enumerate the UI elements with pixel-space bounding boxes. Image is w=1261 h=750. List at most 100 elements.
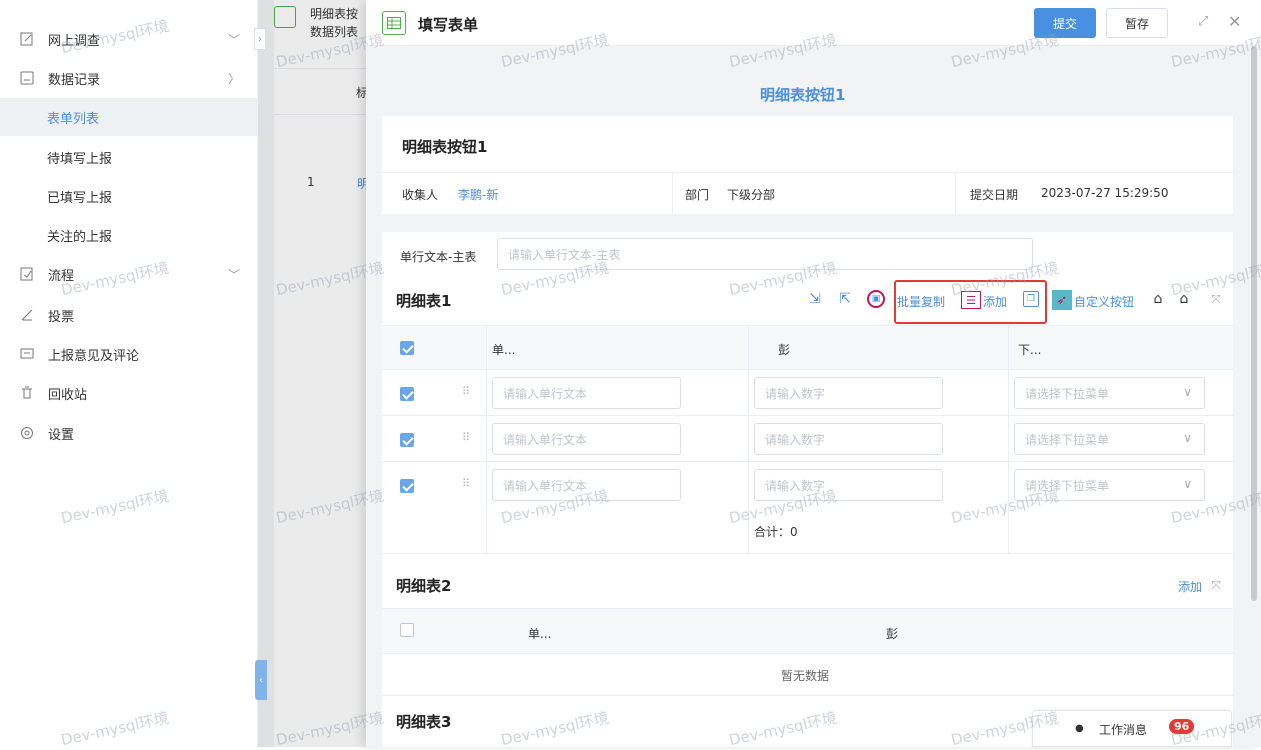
- select-placeholder: 请选择下拉菜单: [1025, 432, 1110, 447]
- work-message-label: 工作消息: [1099, 723, 1148, 737]
- divider: [382, 695, 1233, 696]
- close-icon[interactable]: ✕: [1228, 12, 1241, 31]
- drawer-header: 填写表单 提交 暂存 ⤢ ✕: [366, 0, 1261, 46]
- row-checkbox[interactable]: [400, 479, 414, 493]
- comment-icon: [20, 347, 34, 361]
- sidebar-item-trash[interactable]: 回收站: [0, 374, 258, 412]
- modal-overlay[interactable]: [258, 0, 366, 747]
- row-select[interactable]: 请选择下拉菜单 ∨: [1014, 423, 1205, 455]
- divider: [955, 172, 956, 214]
- row-text-input[interactable]: 请输入单行文本: [492, 377, 681, 409]
- drag-handle-icon[interactable]: ⠿: [462, 477, 470, 490]
- sidebar-item-flow[interactable]: 流程 ﹀: [0, 255, 258, 293]
- sidebar-subitem-followed[interactable]: 关注的上报: [0, 216, 258, 254]
- expand-icon[interactable]: ⤧: [1208, 291, 1224, 307]
- divider: [748, 325, 749, 553]
- chevron-down-icon: ∨: [1183, 477, 1192, 491]
- sidebar-item-label: 投票: [48, 309, 75, 325]
- sidebar-item-settings[interactable]: 设置: [0, 414, 258, 452]
- sidebar-item-label: 上报意见及评论: [48, 348, 140, 364]
- row-checkbox[interactable]: [400, 387, 414, 401]
- fill-form-drawer: 填写表单 提交 暂存 ⤢ ✕ 明细表按钮1 明细表按钮1 收集人 李鹏-新 部门…: [366, 0, 1261, 747]
- sidebar-subitem-filled[interactable]: 已填写上报: [0, 177, 258, 215]
- column-header: 单...: [528, 627, 552, 641]
- divider: [1008, 325, 1009, 553]
- date-value: 2023-07-27 15:29:50: [1041, 186, 1169, 200]
- fullscreen-icon[interactable]: ⤢: [1198, 14, 1208, 29]
- inbox-icon[interactable]: ⌂: [1176, 291, 1192, 307]
- sidebar-item-label: 数据记录: [48, 72, 101, 88]
- detail2-title: 明细表2: [396, 577, 452, 595]
- chevron-right-icon: 〉: [227, 71, 240, 86]
- row-text-input[interactable]: 请输入单行文本: [492, 469, 681, 501]
- column-header: 单...: [492, 343, 516, 357]
- sidebar-item-vote[interactable]: 投票: [0, 296, 258, 334]
- select-all-checkbox[interactable]: [400, 623, 414, 637]
- detail2-add-button[interactable]: 添加: [1178, 578, 1202, 595]
- highlight-box: [894, 280, 1047, 324]
- dept-label: 部门: [685, 188, 710, 202]
- divider: [382, 461, 1233, 462]
- divider: [382, 325, 1233, 326]
- edit-icon: [20, 32, 34, 46]
- export-icon[interactable]: ⇱: [837, 291, 853, 307]
- scrollbar-thumb[interactable]: [1251, 46, 1257, 601]
- message-dot-icon: ●: [1075, 723, 1084, 734]
- rocket-icon[interactable]: ➶: [1052, 290, 1072, 310]
- column-header: 下...: [1018, 343, 1042, 357]
- select-all-checkbox[interactable]: [400, 341, 414, 355]
- save-draft-button[interactable]: 暂存: [1106, 8, 1168, 38]
- row-checkbox[interactable]: [400, 433, 414, 447]
- main-text-input[interactable]: 请输入单行文本-主表: [497, 238, 1033, 270]
- divider: [672, 172, 673, 214]
- chevron-down-icon: ∨: [1183, 431, 1192, 445]
- column-header: 彭: [886, 627, 899, 641]
- divider: [486, 325, 487, 553]
- row-number-input[interactable]: 请输入数字: [754, 423, 943, 455]
- sidebar-item-label: 回收站: [48, 387, 88, 403]
- record-icon: [20, 71, 34, 85]
- submit-button[interactable]: 提交: [1034, 8, 1096, 38]
- sidebar-subitem-form-list[interactable]: 表单列表: [0, 98, 258, 136]
- message-count-badge: 96: [1169, 719, 1195, 734]
- expand-icon[interactable]: ⤧: [1208, 577, 1224, 593]
- row-text-input[interactable]: 请输入单行文本: [492, 423, 681, 455]
- dept-value: 下级分部: [727, 188, 776, 202]
- sidebar-item-survey[interactable]: 网上调查 ﹀: [0, 20, 258, 58]
- custom-button[interactable]: 自定义按钮: [1074, 293, 1134, 310]
- empty-state-text: 暂无数据: [781, 669, 830, 683]
- row-select[interactable]: 请选择下拉菜单 ∨: [1014, 377, 1205, 409]
- spacer: [382, 554, 1233, 574]
- sidebar-item-label: 设置: [48, 427, 75, 443]
- trash-icon: [20, 386, 34, 400]
- expand-sidebar-icon[interactable]: ›: [254, 28, 266, 50]
- form-body: 单行文本-主表 请输入单行文本-主表 明细表1 ⇲ ⇱ ▣ 批量复制 ☰ 添加 …: [382, 232, 1233, 747]
- chevron-down-icon: ﹀: [227, 267, 240, 282]
- sidebar-item-records[interactable]: 数据记录 〉: [0, 59, 258, 97]
- sidebar-subitem-to-fill[interactable]: 待填写上报: [0, 138, 258, 176]
- row-number-input[interactable]: 请输入数字: [754, 377, 943, 409]
- select-placeholder: 请选择下拉菜单: [1025, 386, 1110, 401]
- date-label: 提交日期: [970, 188, 1019, 202]
- divider: [382, 608, 1233, 609]
- drag-handle-icon[interactable]: ⠿: [462, 385, 470, 398]
- collector-value[interactable]: 李鹏-新: [458, 186, 498, 203]
- sidebar-item-label: 网上调查: [48, 33, 101, 49]
- column-header: 彭: [778, 343, 791, 357]
- select-icon[interactable]: ▣: [867, 290, 885, 308]
- work-message-widget[interactable]: ● 工作消息 96: [1032, 710, 1232, 747]
- chevron-down-icon: ﹀: [227, 32, 240, 47]
- divider: [382, 172, 1233, 173]
- main-text-label: 单行文本-主表: [400, 250, 477, 264]
- collapse-handle-icon[interactable]: ‹: [255, 660, 267, 700]
- drag-handle-icon[interactable]: ⠿: [462, 431, 470, 444]
- divider: [382, 415, 1233, 416]
- sidebar-item-comment[interactable]: 上报意见及评论: [0, 335, 258, 373]
- drawer-title: 填写表单: [418, 16, 479, 34]
- import-icon[interactable]: ⇲: [807, 291, 823, 307]
- inbox-icon[interactable]: ⌂: [1150, 291, 1166, 307]
- row-select[interactable]: 请选择下拉菜单 ∨: [1014, 469, 1205, 501]
- card-title: 明细表按钮1: [402, 138, 488, 156]
- form-title: 明细表按钮1: [760, 86, 846, 104]
- row-number-input[interactable]: 请输入数字: [754, 469, 943, 501]
